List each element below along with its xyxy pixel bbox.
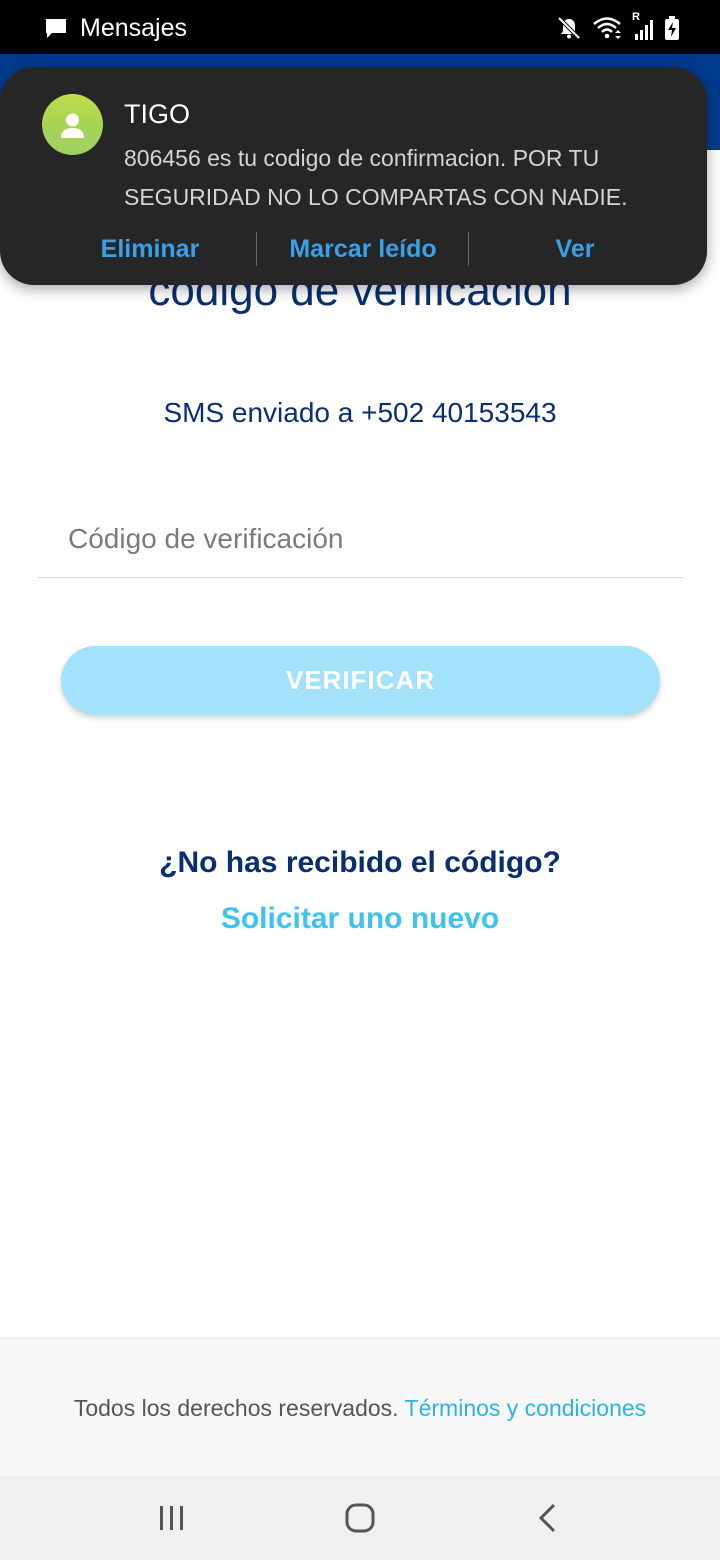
mark-read-button[interactable]: Marcar leído — [268, 229, 458, 269]
screen: Mensajes R código de verificación SMS en… — [0, 0, 720, 1560]
verify-button[interactable]: VERIFICAR — [61, 646, 660, 715]
navigation-bar — [0, 1476, 720, 1560]
status-icons: R — [556, 11, 680, 42]
no-code-received-text: ¿No has recibido el código? — [159, 846, 561, 879]
mute-icon — [557, 16, 581, 40]
recent-apps-button[interactable] — [112, 1476, 232, 1560]
sms-notification[interactable]: TIGO 806456 es tu codigo de confirmacion… — [0, 67, 707, 285]
view-button[interactable]: Ver — [515, 229, 635, 269]
wifi-icon — [593, 17, 621, 39]
terms-link[interactable]: Términos y condiciones — [405, 1395, 647, 1421]
footer-text: Todos los derechos reservados. Términos … — [0, 1395, 720, 1422]
rights-text: Todos los derechos reservados. — [73, 1395, 399, 1421]
footer: Todos los derechos reservados. Términos … — [0, 1338, 720, 1477]
action-divider — [256, 232, 257, 266]
signal-icon: R — [632, 11, 654, 41]
verification-code-input[interactable] — [38, 500, 684, 578]
status-app-label: Mensajes — [80, 13, 187, 42]
notification-sender: TIGO — [124, 99, 190, 129]
status-left: Mensajes — [44, 12, 187, 44]
status-bar: Mensajes R — [0, 0, 720, 54]
contact-avatar — [42, 94, 103, 155]
request-new-code-link[interactable]: Solicitar uno nuevo — [0, 902, 720, 936]
recent-apps-icon — [160, 1506, 183, 1530]
sms-sent-info: SMS enviado a +502 40153543 — [163, 397, 557, 428]
home-icon — [345, 1503, 375, 1533]
message-icon — [46, 19, 66, 38]
notification-message: 806456 es tu codigo de confirmacion. POR… — [124, 145, 628, 210]
contact-person-icon — [42, 113, 103, 155]
delete-button[interactable]: Eliminar — [70, 229, 230, 269]
back-icon — [538, 1503, 556, 1533]
notification-actions: Eliminar Marcar leído Ver — [0, 229, 707, 269]
action-divider — [468, 232, 469, 266]
back-button[interactable] — [488, 1476, 608, 1560]
battery-charging-icon — [665, 16, 679, 40]
home-button[interactable] — [300, 1476, 420, 1560]
